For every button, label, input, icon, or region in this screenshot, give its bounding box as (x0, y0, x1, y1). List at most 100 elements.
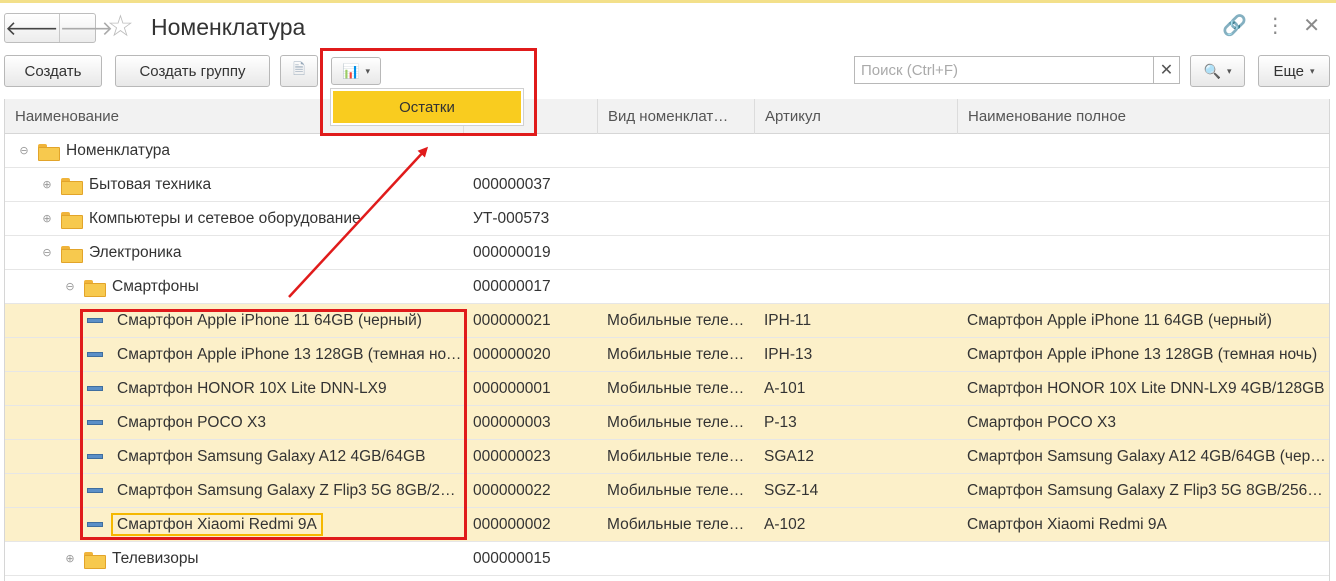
row-label: Телевизоры (112, 550, 199, 568)
row-label: Компьютеры и сетевое оборудование (89, 210, 361, 228)
folder-icon (84, 551, 106, 569)
folder-icon (84, 279, 106, 297)
cell-article (764, 202, 954, 236)
column-header-article[interactable]: Артикул (754, 99, 957, 134)
cell-fullname: Смартфон HONOR 10X Lite DNN-LX9 4GB/128G… (967, 380, 1325, 397)
cell-code (473, 134, 598, 168)
cell-fullname: Смартфон Apple iPhone 13 128GB (темная н… (967, 346, 1318, 363)
close-icon[interactable]: ✕ (1303, 12, 1320, 40)
expand-icon[interactable]: ⊕ (64, 542, 76, 576)
cell-name: ⊕ Телевизоры (5, 542, 462, 576)
cell-kind (607, 168, 752, 202)
cell-kind (607, 236, 752, 270)
cell-kind: Мобильные телефоны (607, 414, 752, 431)
column-header-fullname[interactable]: Наименование полное (957, 99, 1329, 134)
table-group-row[interactable]: ⊕ Бытовая техника 000000037 (5, 168, 1329, 202)
table-group-row[interactable]: ⊕ Компьютеры и сетевое оборудование УТ-000… (5, 202, 1329, 236)
cell-article (764, 270, 954, 304)
arrow-left-icon[interactable]: 🡐 (5, 14, 59, 42)
cell-article: SGA12 (764, 448, 814, 465)
row-label: Бытовая техника (89, 176, 212, 194)
cell-kind: Мобильные телефоны (607, 482, 752, 499)
cell-fullname (967, 542, 1327, 576)
cell-article: SGZ-14 (764, 482, 819, 499)
cell-fullname (967, 202, 1327, 236)
more-vertical-icon[interactable]: ⋮ (1265, 12, 1285, 40)
table-header: Наименование Код Вид номенклат… Артикул … (5, 99, 1329, 134)
search-button[interactable]: 🔍 ▾ (1190, 55, 1245, 87)
collapse-icon[interactable]: ⊖ (41, 236, 53, 270)
table-group-row[interactable]: ⊖ Электроника 000000019 (5, 236, 1329, 270)
cell-kind: Мобильные телефоны (607, 346, 752, 363)
cell-code: 000000037 (473, 176, 551, 193)
annotation-box-items (80, 309, 467, 540)
cell-code: 000000019 (473, 244, 551, 261)
cell-code: 000000015 (473, 550, 551, 567)
collapse-icon[interactable]: ⊖ (18, 134, 30, 168)
cell-code: 000000020 (473, 346, 551, 363)
table-group-row[interactable]: ⊕ Телевизоры 000000015 (5, 542, 1329, 576)
cell-fullname: Смартфон Samsung Galaxy Z Flip3 5G 8GB/2… (967, 482, 1327, 499)
cell-article (764, 168, 954, 202)
cell-name: ⊖ Электроника (5, 236, 462, 270)
cell-code: 000000021 (473, 312, 551, 329)
table-group-row[interactable]: ⊖ Смартфоны 000000017 (5, 270, 1329, 304)
more-button[interactable]: Еще ▾ (1258, 55, 1330, 87)
cell-fullname: Смартфон POCO X3 (967, 414, 1116, 431)
cell-fullname: Смартфон Apple iPhone 11 64GB (черный) (967, 312, 1272, 329)
folder-icon (61, 211, 83, 229)
cell-code: УТ-000573 (473, 210, 550, 227)
cell-kind (607, 202, 752, 236)
navigation-buttons: 🡐 🡒 (4, 13, 113, 43)
cell-article: A-102 (764, 516, 806, 533)
link-icon[interactable]: 🔗 (1222, 12, 1247, 40)
table-group-row[interactable]: ⊖ Номенклатура (5, 134, 1329, 168)
cell-kind: Мобильные телефоны (607, 516, 752, 533)
cell-article (764, 542, 954, 576)
cell-name: ⊖ Смартфоны (5, 270, 462, 304)
cell-fullname (967, 168, 1327, 202)
annotation-box-report (320, 48, 537, 136)
cell-code: 000000002 (473, 516, 551, 533)
cell-name: ⊖ Номенклатура (5, 134, 462, 168)
cell-fullname (967, 270, 1327, 304)
create-button[interactable]: Создать (4, 55, 102, 87)
cell-fullname (967, 134, 1327, 168)
clear-search-icon[interactable]: ✕ (1154, 56, 1180, 84)
cell-name: ⊕ Компьютеры и сетевое оборудование (5, 202, 462, 236)
cell-fullname: Смартфон Xiaomi Redmi 9A (967, 516, 1167, 533)
expand-icon[interactable]: ⊕ (41, 202, 53, 236)
more-label: Еще (1273, 62, 1304, 80)
top-accent-line (0, 0, 1336, 3)
arrow-right-icon[interactable]: 🡒 (58, 14, 113, 42)
cell-fullname: Смартфон Samsung Galaxy A12 4GB/64GB (че… (967, 448, 1327, 465)
chevron-down-icon: ▾ (1226, 65, 1232, 76)
cell-article: IPH-13 (764, 346, 813, 363)
cell-kind (607, 542, 752, 576)
cell-article (764, 236, 954, 270)
window-controls: 🔗 ⋮ ✕ (1222, 12, 1320, 40)
cell-code: 000000003 (473, 414, 551, 431)
cell-article: P-13 (764, 414, 797, 431)
row-label: Номенклатура (66, 142, 171, 160)
star-icon[interactable]: ☆ (107, 10, 134, 44)
cell-code: 000000022 (473, 482, 551, 499)
expand-icon[interactable]: ⊕ (41, 168, 53, 202)
collapse-icon[interactable]: ⊖ (64, 270, 76, 304)
cell-article: A-101 (764, 380, 806, 397)
attach-file-icon[interactable]: 🗎 (280, 55, 318, 87)
search-input[interactable]: Поиск (Ctrl+F) (854, 56, 1154, 84)
cell-code: 000000023 (473, 448, 551, 465)
cell-name: ⊕ Бытовая техника (5, 168, 462, 202)
row-label: Смартфоны (112, 278, 199, 296)
cell-fullname (967, 236, 1327, 270)
page-title: Номенклатура (151, 14, 306, 40)
column-header-kind[interactable]: Вид номенклат… (597, 99, 754, 134)
search-icon: 🔍 (1203, 62, 1221, 79)
cell-code: 000000001 (473, 380, 551, 397)
folder-icon (61, 177, 83, 195)
folder-icon (61, 245, 83, 263)
cell-kind (607, 270, 752, 304)
create-group-button[interactable]: Создать группу (115, 55, 270, 87)
cell-article (764, 134, 954, 168)
